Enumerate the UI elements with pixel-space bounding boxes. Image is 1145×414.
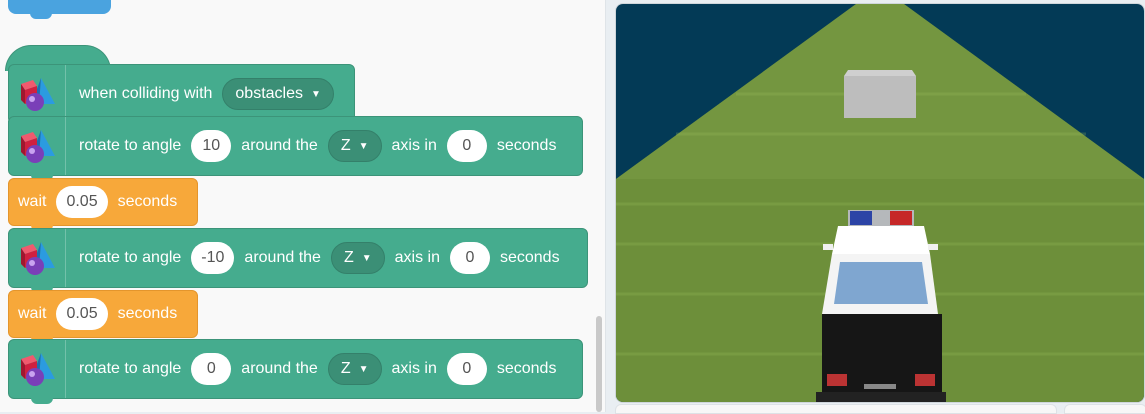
obstacle-box	[844, 76, 916, 118]
block-text: when colliding with	[79, 85, 213, 102]
block-text: axis in	[391, 137, 437, 154]
block-text: seconds	[117, 305, 178, 322]
previous-block-cap[interactable]	[8, 0, 111, 19]
block-text: seconds	[496, 137, 557, 154]
duration-input[interactable]: 0	[446, 130, 487, 162]
axis-dropdown[interactable]: Z ▼	[327, 130, 382, 162]
block-text: around the	[241, 137, 318, 154]
caret-down-icon: ▼	[358, 140, 369, 152]
dropdown-value: Z	[340, 137, 351, 154]
block-text: wait	[18, 193, 47, 210]
block-text: seconds	[496, 360, 557, 377]
dropdown-value: Z	[340, 360, 351, 377]
caret-down-icon: ▼	[311, 88, 321, 100]
3d-shapes-icon	[21, 353, 55, 386]
block-text: around the	[241, 360, 318, 377]
duration-input[interactable]: 0	[449, 242, 490, 274]
wait-input[interactable]: 0.05	[56, 186, 108, 218]
caret-down-icon: ▼	[358, 363, 369, 375]
block-icon-container	[9, 65, 66, 123]
block-text: axis in	[394, 249, 440, 266]
caret-down-icon: ▼	[361, 252, 372, 264]
block-text: seconds	[117, 193, 178, 210]
when-colliding-block[interactable]: when colliding with obstacles ▼	[8, 64, 355, 129]
code-workspace[interactable]: when colliding with obstacles ▼ rotate to…	[0, 0, 606, 412]
wait-block-2[interactable]: wait 0.05 seconds	[8, 290, 198, 343]
block-icon-container	[9, 229, 66, 287]
axis-dropdown[interactable]: Z ▼	[327, 353, 382, 385]
scene-render	[616, 4, 1144, 402]
3d-shapes-icon	[21, 130, 55, 163]
dropdown-value: obstacles	[235, 85, 303, 102]
angle-input[interactable]: 10	[191, 130, 232, 162]
block-icon-container	[9, 340, 66, 398]
angle-input[interactable]: -10	[191, 242, 235, 274]
3d-shapes-icon	[21, 78, 55, 111]
wait-input[interactable]: 0.05	[56, 298, 108, 330]
block-text: around the	[244, 249, 321, 266]
axis-dropdown[interactable]: Z ▼	[330, 242, 385, 274]
wait-block-1[interactable]: wait 0.05 seconds	[8, 178, 198, 231]
collision-target-dropdown[interactable]: obstacles ▼	[222, 78, 334, 110]
block-notch	[31, 397, 53, 404]
block-text: wait	[18, 305, 47, 322]
police-car	[816, 210, 946, 402]
duration-input[interactable]: 0	[446, 353, 487, 385]
workspace-scrollbar[interactable]	[596, 316, 602, 412]
panel-below-stage-right	[1064, 404, 1145, 414]
stage-3d-view[interactable]	[615, 3, 1145, 403]
block-text: rotate to angle	[79, 249, 182, 266]
block-text: rotate to angle	[79, 137, 182, 154]
angle-input[interactable]: 0	[191, 353, 232, 385]
panel-below-stage	[615, 404, 1057, 414]
block-text: seconds	[499, 249, 560, 266]
block-icon-container	[9, 117, 66, 175]
obstacle-top	[844, 70, 916, 76]
dropdown-value: Z	[343, 249, 354, 266]
rotate-block-1[interactable]: rotate to angle 10 around the Z ▼ axis in…	[8, 116, 583, 181]
rotate-block-3[interactable]: rotate to angle 0 around the Z ▼ axis in …	[8, 339, 583, 404]
3d-shapes-icon	[21, 242, 55, 275]
block-text: axis in	[391, 360, 437, 377]
rotate-block-2[interactable]: rotate to angle -10 around the Z ▼ axis i…	[8, 228, 588, 293]
block-text: rotate to angle	[79, 360, 182, 377]
